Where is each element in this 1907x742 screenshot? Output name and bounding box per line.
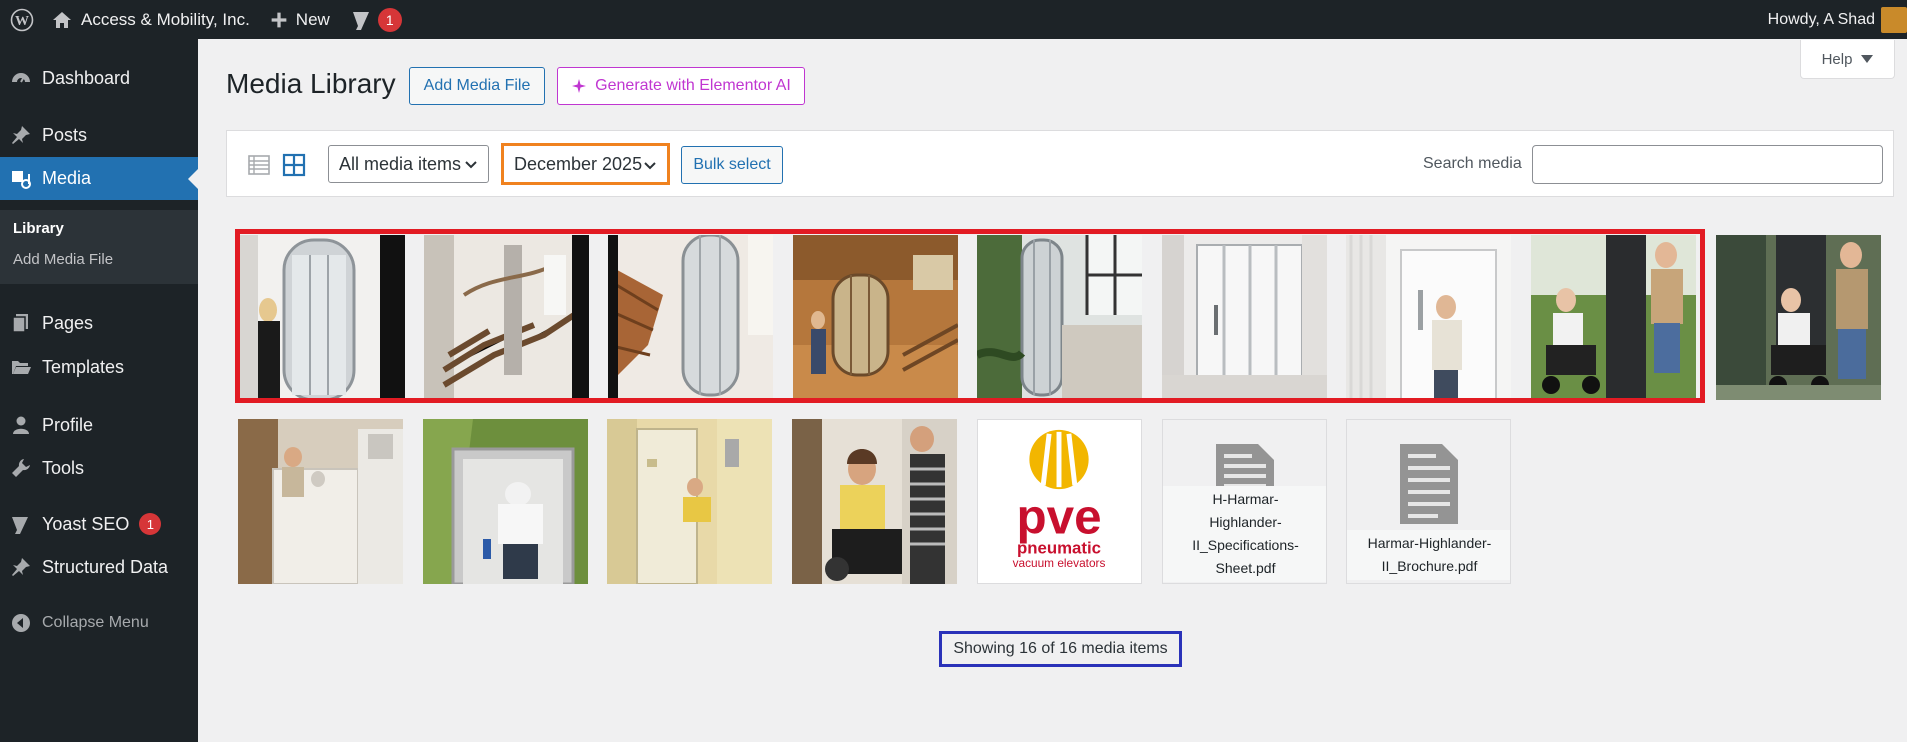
folder-icon bbox=[12, 361, 31, 374]
yoast-notification-badge: 1 bbox=[139, 513, 162, 535]
search-media-input[interactable] bbox=[1532, 145, 1883, 184]
media-thumbnail[interactable] bbox=[1162, 235, 1327, 400]
media-submenu: Library Add Media File bbox=[0, 210, 198, 284]
submenu-item-add-media-file[interactable]: Add Media File bbox=[13, 251, 113, 268]
sidebar-item-label: Pages bbox=[42, 312, 94, 333]
media-document-tile[interactable]: Harmar-Highlander- II_Brochure.pdf bbox=[1346, 419, 1511, 584]
yoast-adminbar-link[interactable]: 1 bbox=[340, 0, 412, 39]
sidebar-item-label: Profile bbox=[42, 414, 94, 435]
collapse-menu-label: Collapse Menu bbox=[42, 614, 149, 631]
media-thumbnail[interactable] bbox=[423, 419, 588, 584]
chevron-down-icon bbox=[644, 162, 656, 170]
media-thumbnail[interactable] bbox=[238, 419, 403, 584]
document-filename: Harmar-Highlander- II_Brochure.pdf bbox=[1347, 530, 1510, 580]
media-thumbnail[interactable] bbox=[792, 419, 957, 584]
pve-line1-text: pneumatic bbox=[1017, 538, 1101, 557]
generate-with-elementor-ai-button[interactable]: Generate with Elementor AI bbox=[557, 67, 805, 105]
admin-sidebar: Dashboard Posts Media Library Add Media … bbox=[0, 39, 198, 742]
collapse-menu-button[interactable]: Collapse Menu bbox=[0, 605, 198, 641]
avatar[interactable] bbox=[1881, 6, 1907, 33]
plus-icon bbox=[271, 12, 287, 27]
page-title: Media Library bbox=[226, 68, 396, 99]
sparkle-icon bbox=[572, 79, 587, 93]
bulk-select-button[interactable]: Bulk select bbox=[681, 146, 783, 184]
sidebar-item-label: Structured Data bbox=[42, 556, 169, 577]
sidebar-item-profile[interactable]: Profile bbox=[0, 407, 198, 443]
new-label: New bbox=[295, 9, 330, 29]
sidebar-item-label: Yoast SEO bbox=[42, 513, 130, 534]
pushpin-icon bbox=[12, 126, 30, 144]
media-icon bbox=[12, 170, 31, 189]
home-icon bbox=[53, 11, 71, 28]
sidebar-item-label: Dashboard bbox=[42, 67, 131, 88]
document-filename: H-Harmar- Highlander- II_Specifications-… bbox=[1163, 486, 1326, 582]
wrench-icon bbox=[12, 459, 30, 477]
grid-view-icon[interactable] bbox=[282, 153, 306, 177]
help-tab-button[interactable]: Help bbox=[1800, 40, 1895, 79]
media-document-tile[interactable]: H-Harmar- Highlander- II_Specifications-… bbox=[1162, 419, 1327, 584]
pushpin-icon bbox=[12, 558, 30, 576]
sidebar-item-structured-data[interactable]: Structured Data bbox=[0, 549, 198, 585]
sidebar-item-tools[interactable]: Tools bbox=[0, 450, 198, 486]
media-thumbnail[interactable] bbox=[240, 235, 405, 400]
pve-line2-text: vacuum elevators bbox=[1013, 556, 1106, 570]
media-thumbnail[interactable] bbox=[424, 235, 589, 400]
yoast-icon bbox=[12, 517, 28, 534]
yoast-icon bbox=[352, 11, 369, 30]
pages-icon bbox=[12, 314, 28, 333]
media-type-filter-value: All media items bbox=[339, 153, 462, 174]
submenu-item-library[interactable]: Library bbox=[13, 220, 64, 237]
search-media-label: Search media bbox=[1423, 155, 1522, 172]
yoast-notification-badge: 1 bbox=[377, 7, 402, 32]
media-thumbnail[interactable] bbox=[977, 235, 1142, 400]
chevron-down-icon bbox=[1861, 55, 1874, 63]
svg-text:W: W bbox=[15, 14, 29, 29]
media-thumbnail[interactable] bbox=[1346, 235, 1511, 400]
media-thumbnail[interactable] bbox=[793, 235, 958, 400]
document-icon bbox=[1400, 444, 1458, 524]
media-thumbnail[interactable] bbox=[608, 235, 773, 400]
sidebar-item-label: Posts bbox=[42, 124, 88, 145]
collapse-arrow-icon bbox=[12, 614, 30, 632]
media-thumbnail[interactable] bbox=[607, 419, 772, 584]
admin-bar: W Access & Mobility, Inc. New 1 Howdy, A… bbox=[0, 0, 1907, 39]
site-name-link[interactable]: Access & Mobility, Inc. bbox=[41, 0, 260, 39]
sidebar-item-yoast-seo[interactable]: Yoast SEO 1 bbox=[0, 506, 198, 542]
sidebar-item-label: Templates bbox=[42, 356, 125, 377]
active-indicator bbox=[188, 168, 198, 189]
sidebar-item-templates[interactable]: Templates bbox=[0, 349, 198, 385]
new-content-link[interactable]: New bbox=[260, 0, 340, 39]
ai-button-label: Generate with Elementor AI bbox=[595, 77, 791, 94]
media-toolbar: All media items December 2025 Bulk selec… bbox=[226, 130, 1894, 197]
help-label: Help bbox=[1821, 50, 1853, 68]
media-count-status: Showing 16 of 16 media items bbox=[939, 631, 1182, 667]
sidebar-item-label: Media bbox=[42, 168, 92, 188]
media-type-filter-select[interactable]: All media items bbox=[328, 145, 489, 183]
user-icon bbox=[13, 416, 29, 434]
pve-brand-text: pve bbox=[1016, 490, 1101, 545]
chevron-down-icon bbox=[465, 161, 477, 169]
list-view-icon[interactable] bbox=[247, 153, 271, 177]
wordpress-logo-icon[interactable]: W bbox=[2, 0, 41, 39]
sidebar-item-dashboard[interactable]: Dashboard bbox=[0, 57, 198, 99]
media-thumbnail-pve-logo[interactable]: pve pneumatic vacuum elevators bbox=[977, 419, 1142, 584]
add-media-file-button[interactable]: Add Media File bbox=[409, 67, 545, 105]
sidebar-item-label: Tools bbox=[42, 457, 85, 478]
sidebar-item-pages[interactable]: Pages bbox=[0, 305, 198, 341]
date-filter-select[interactable]: December 2025 bbox=[501, 143, 670, 185]
site-name: Access & Mobility, Inc. bbox=[81, 9, 250, 29]
media-thumbnail[interactable] bbox=[1531, 235, 1696, 400]
media-thumbnail[interactable] bbox=[1716, 235, 1881, 400]
sidebar-item-media[interactable]: Media bbox=[0, 157, 198, 200]
sidebar-item-posts[interactable]: Posts bbox=[0, 114, 198, 156]
date-filter-value: December 2025 bbox=[514, 153, 643, 174]
user-greeting[interactable]: Howdy, A Shad bbox=[1768, 11, 1875, 29]
dashboard-icon bbox=[12, 73, 30, 83]
